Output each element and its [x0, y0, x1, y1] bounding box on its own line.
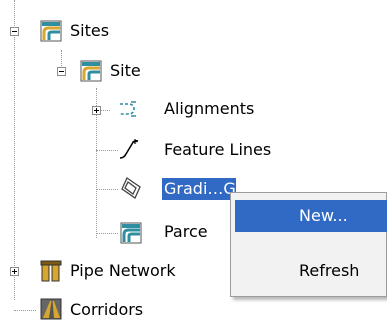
tree-guide-h-corridors	[14, 310, 36, 311]
tree-item-corridors[interactable]: Corridors	[70, 299, 143, 321]
pipe-networks-icon	[40, 260, 62, 282]
context-menu: New... Refresh	[230, 192, 387, 297]
tree-guide-root	[14, 0, 15, 300]
menu-item-refresh[interactable]: Refresh	[235, 255, 387, 287]
site-icon	[80, 60, 102, 82]
parcels-icon	[120, 222, 142, 244]
alignments-icon	[120, 101, 136, 117]
sites-icon	[40, 20, 62, 42]
site-collapse-toggle[interactable]	[57, 67, 66, 76]
sites-collapse-toggle[interactable]	[10, 27, 19, 36]
tree-item-gradings[interactable]: Gradi…G	[162, 178, 236, 200]
tree-guide-h-gradings	[96, 189, 118, 190]
gradings-icon	[121, 177, 141, 199]
feature-lines-icon	[119, 139, 139, 159]
tree-item-site[interactable]: Site	[110, 60, 141, 82]
corridors-icon	[40, 298, 62, 320]
tree-guide-h-feature-lines	[96, 150, 118, 151]
tree-item-alignments[interactable]: Alignments	[164, 98, 254, 120]
tree-item-parcels[interactable]: Parce	[164, 221, 208, 243]
tree-guide-h-parcels	[96, 233, 118, 234]
menu-item-new[interactable]: New...	[235, 200, 387, 232]
tree-item-feature-lines[interactable]: Feature Lines	[164, 139, 271, 161]
alignments-expand-toggle[interactable]	[92, 106, 101, 115]
tree-item-sites[interactable]: Sites	[70, 20, 109, 42]
tree-item-pipe-networks[interactable]: Pipe Network	[70, 260, 176, 282]
pipe-networks-expand-toggle[interactable]	[10, 267, 19, 276]
